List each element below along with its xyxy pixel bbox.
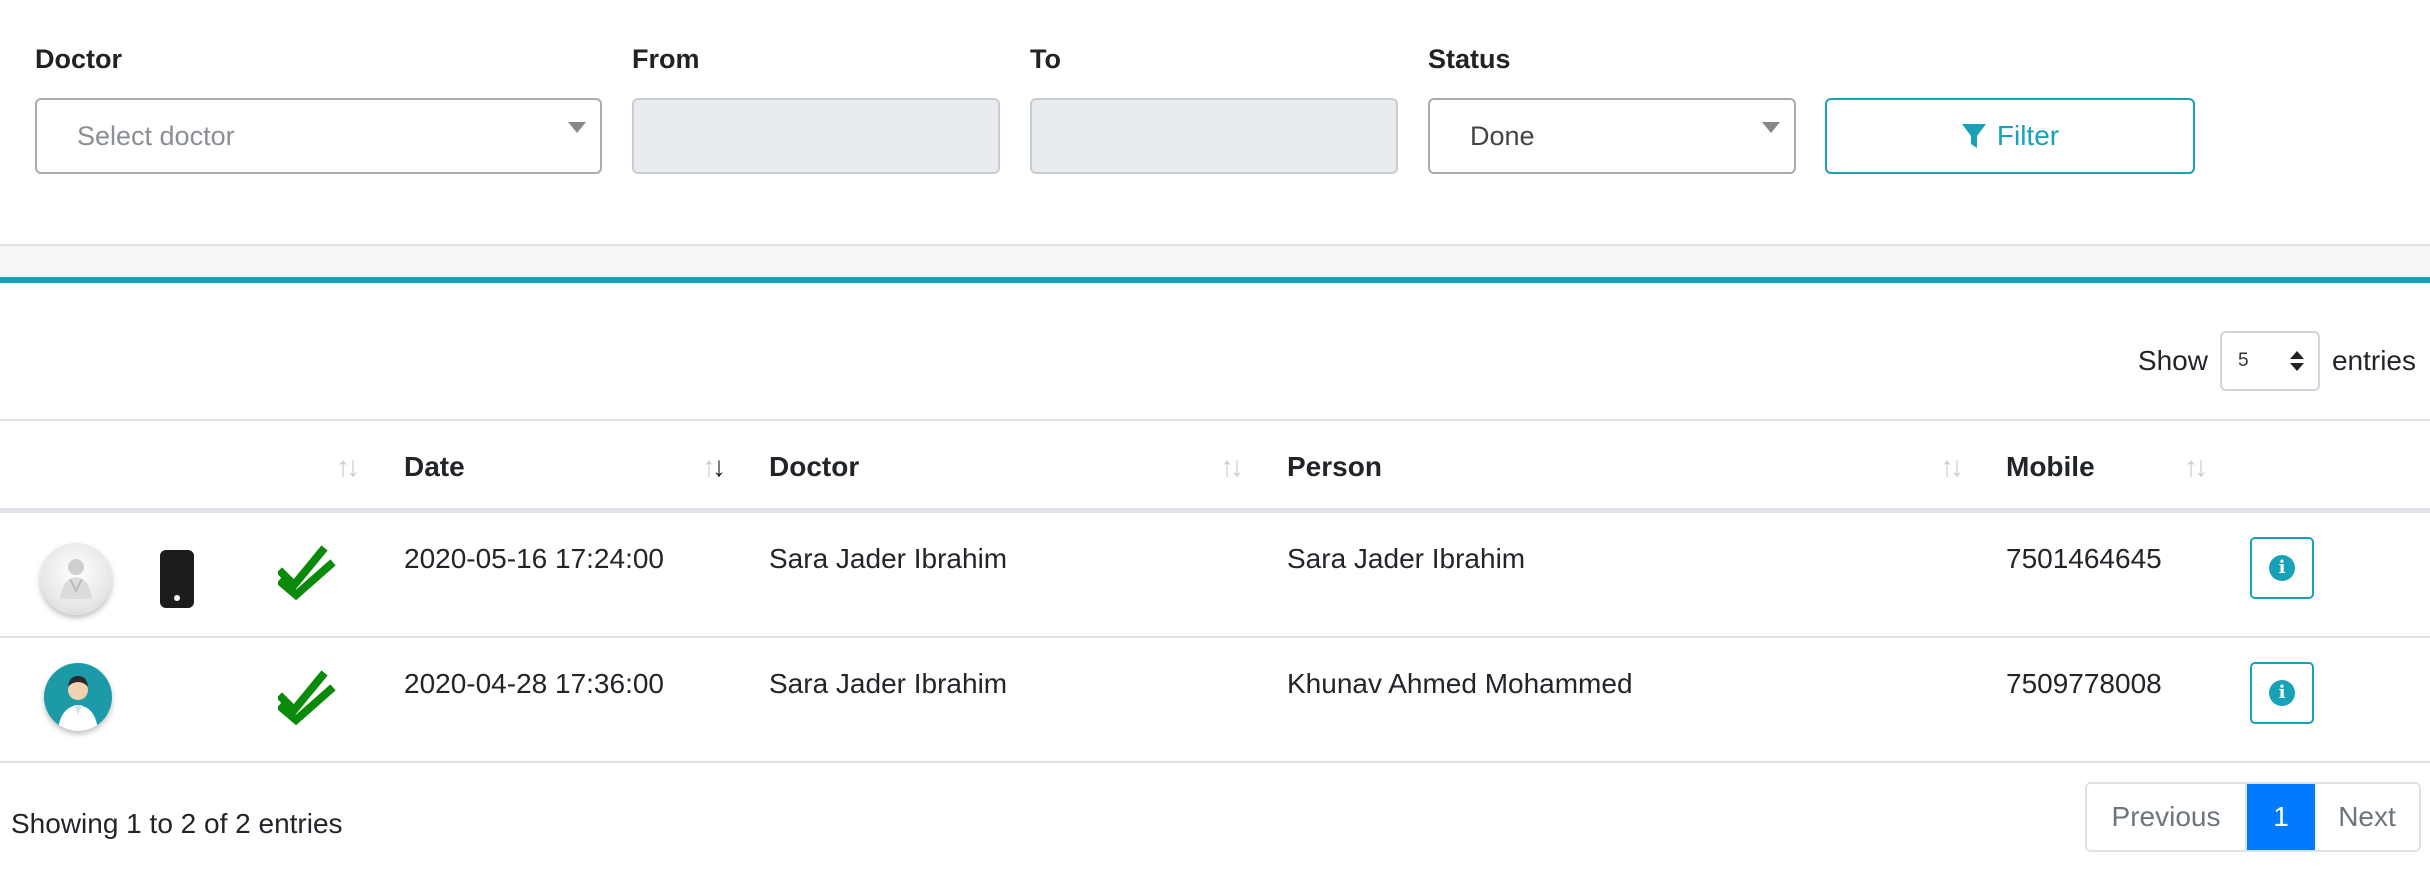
from-date-input[interactable] xyxy=(632,98,1000,174)
double-check-icon xyxy=(278,545,336,601)
entries-label: entries xyxy=(2331,345,2416,376)
chevron-down-icon xyxy=(568,122,586,133)
doctor-cell: Sara Jader Ibrahim xyxy=(769,668,1008,699)
doctor-cell: Sara Jader Ibrahim xyxy=(769,543,1008,574)
sort-icon-person[interactable]: ↑↓ xyxy=(1940,451,1964,483)
status-select-value: Done xyxy=(1470,121,1535,151)
status-select[interactable]: Done xyxy=(1428,98,1796,174)
column-header-date[interactable]: Date xyxy=(404,451,465,483)
table-header: ↑↓ Date ↑↓ Doctor ↑↓ Person ↑↓ Mobile ↑↓ xyxy=(0,419,2430,513)
mobile-cell: 7509778008 xyxy=(2006,668,2162,699)
date-cell: 2020-04-28 17:36:00 xyxy=(404,668,664,699)
info-button[interactable]: i xyxy=(2250,537,2314,599)
sort-icon-mobile[interactable]: ↑↓ xyxy=(2184,451,2208,483)
column-header-person[interactable]: Person xyxy=(1287,451,1382,483)
pagination: Previous 1 Next xyxy=(2085,782,2421,852)
doctor-label: Doctor xyxy=(35,44,122,74)
status-label: Status xyxy=(1428,44,1511,74)
info-icon: i xyxy=(2269,555,2295,581)
column-header-doctor[interactable]: Doctor xyxy=(769,451,859,483)
from-label: From xyxy=(632,44,700,74)
page-length-value: 5 xyxy=(2237,350,2249,371)
to-label: To xyxy=(1030,44,1061,74)
doctor-select[interactable]: Select doctor xyxy=(35,98,602,174)
info-button[interactable]: i xyxy=(2250,662,2314,724)
date-cell: 2020-05-16 17:24:00 xyxy=(404,543,664,574)
previous-page-button[interactable]: Previous xyxy=(2087,784,2247,850)
doctor-avatar-icon xyxy=(44,663,112,731)
sort-icon-date[interactable]: ↑↓ xyxy=(702,451,726,483)
table-info: Showing 1 to 2 of 2 entries xyxy=(11,808,343,839)
sort-icon-status[interactable]: ↑↓ xyxy=(336,451,360,483)
column-header-mobile[interactable]: Mobile xyxy=(2006,451,2095,483)
appointments-table-panel: Show 5 entries ↑↓ Date ↑↓ Doctor ↑↓ Pers… xyxy=(0,277,2430,888)
filter-button[interactable]: Filter xyxy=(1825,98,2195,174)
filter-icon xyxy=(1961,124,1986,148)
mobile-cell: 7501464645 xyxy=(2006,543,2162,574)
mobile-phone-icon xyxy=(160,550,194,608)
doctor-avatar-icon xyxy=(40,543,112,615)
to-date-input[interactable] xyxy=(1030,98,1398,174)
table-row: 2020-04-28 17:36:00 Sara Jader Ibrahim K… xyxy=(0,638,2430,763)
select-arrows-icon xyxy=(2289,351,2304,371)
person-cell: Sara Jader Ibrahim xyxy=(1287,543,1526,574)
doctor-select-placeholder: Select doctor xyxy=(77,121,235,151)
filter-panel: Doctor Select doctor From To Status Done… xyxy=(0,0,2430,246)
page-length-select[interactable]: 5 xyxy=(2219,331,2320,391)
double-check-icon xyxy=(278,670,336,726)
chevron-down-icon xyxy=(1762,122,1780,133)
sort-icon-doctor[interactable]: ↑↓ xyxy=(1220,451,1244,483)
next-page-button[interactable]: Next xyxy=(2315,784,2419,850)
person-cell: Khunav Ahmed Mohammed xyxy=(1287,668,1633,699)
filter-button-label: Filter xyxy=(1996,120,2060,151)
page-1-button[interactable]: 1 xyxy=(2247,784,2315,850)
info-icon: i xyxy=(2269,680,2295,706)
show-label: Show xyxy=(2137,345,2208,376)
table-row: 2020-05-16 17:24:00 Sara Jader Ibrahim S… xyxy=(0,513,2430,638)
page-length-control: Show 5 entries xyxy=(2138,331,2416,391)
